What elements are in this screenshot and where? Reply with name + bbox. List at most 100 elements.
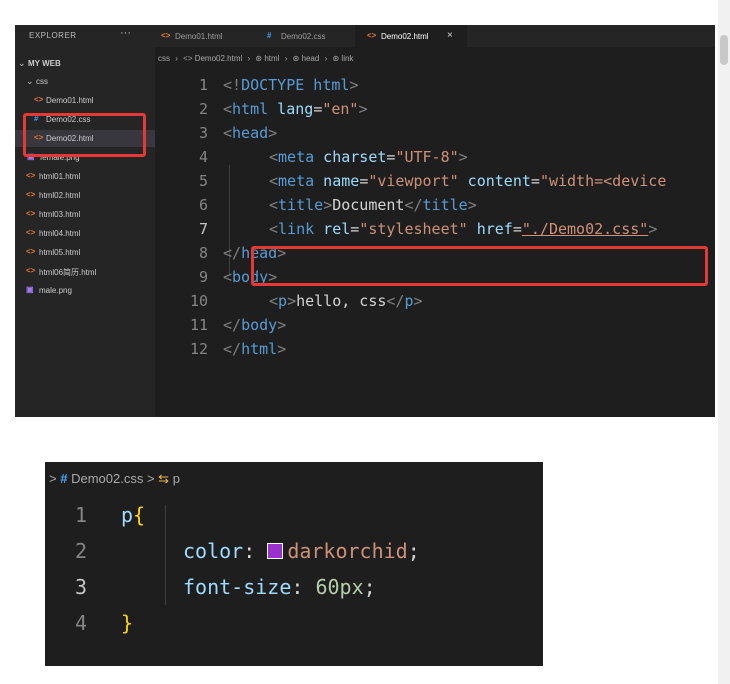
line-number: 4: [198, 148, 208, 166]
breadcrumb-separator: ›: [247, 54, 251, 63]
line-number: 11: [189, 316, 208, 334]
line-number: 10: [189, 292, 208, 310]
line-number: 6: [198, 196, 208, 214]
code-line: 1 p{: [45, 498, 543, 532]
more-actions-icon[interactable]: ···: [120, 27, 131, 39]
breadcrumb-separator: ›: [175, 54, 178, 63]
tab-demo01-html[interactable]: <> Demo01.html: [155, 25, 255, 47]
code-line-current: 3 font-size: 60px;: [45, 570, 543, 604]
code-text: }: [121, 611, 134, 635]
file-demo01-html[interactable]: <> Demo01.html: [15, 92, 155, 109]
tab-demo02-css[interactable]: # Demo02.css: [255, 25, 355, 47]
line-number: 4: [74, 611, 87, 635]
chevron-down-icon: ⌄: [26, 76, 34, 86]
line-number: 9: [198, 268, 208, 286]
code-text: <head>: [223, 124, 278, 142]
image-file-icon: ▣: [26, 285, 34, 294]
code-text: </body>: [223, 316, 287, 334]
tab-label: Demo01.html: [175, 32, 223, 41]
annotation-highlight-link: [251, 246, 708, 286]
folder-label: css: [36, 77, 48, 86]
code-text: font-size: 60px;: [183, 575, 376, 599]
color-swatch-icon[interactable]: [267, 543, 284, 559]
explorer-sidebar: EXPLORER ··· ⌄ MY WEB ⌄ css <> Demo01.ht…: [15, 25, 155, 417]
html-file-icon: <>: [26, 247, 36, 256]
html-file-icon: <>: [26, 266, 36, 275]
explorer-header: EXPLORER ···: [15, 25, 155, 47]
tab-label: Demo02.html: [381, 32, 429, 41]
code-line: 1 <!DOCTYPE html>: [155, 73, 715, 97]
top-strip: [0, 0, 730, 8]
file-html02[interactable]: <> html02.html: [15, 187, 155, 204]
css-file-icon: #: [267, 31, 272, 40]
file-html03[interactable]: <> html03.html: [15, 206, 155, 223]
breadcrumb-separator: >: [49, 471, 57, 486]
breadcrumb-separator: ›: [284, 54, 288, 63]
html-file-icon: <>: [34, 95, 44, 104]
close-icon[interactable]: ×: [447, 30, 453, 41]
chevron-down-icon: ⌄: [18, 58, 26, 68]
file-html04[interactable]: <> html04.html: [15, 225, 155, 242]
breadcrumb-item[interactable]: css: [158, 54, 170, 63]
line-number: 3: [198, 124, 208, 142]
line-number: 1: [198, 76, 208, 94]
html-file-icon: <>: [26, 171, 36, 180]
file-label: html05.html: [39, 248, 81, 257]
breadcrumb-item[interactable]: Demo02.css: [71, 471, 143, 486]
code-text: <!DOCTYPE html>: [223, 76, 359, 94]
file-html06[interactable]: <> html06简历.html: [15, 263, 155, 280]
line-number: 1: [74, 503, 87, 527]
html-file-icon: <>: [367, 31, 377, 40]
file-male-png[interactable]: ▣ male.png: [15, 282, 155, 299]
breadcrumb-item[interactable]: <> Demo02.html: [183, 54, 242, 63]
line-number: 7: [198, 220, 208, 238]
explorer-title: EXPLORER: [29, 31, 77, 40]
css-file-icon: #: [60, 471, 68, 486]
vscode-screenshot-css: > # Demo02.css > ⇆ p 1 p{ 2 color: darko…: [45, 462, 543, 666]
breadcrumb-item[interactable]: p: [173, 471, 180, 486]
folder-label: MY WEB: [28, 59, 61, 68]
file-label: html06简历.html: [39, 268, 97, 277]
line-number: 2: [74, 539, 87, 563]
line-number: 8: [198, 244, 208, 262]
line-number: 5: [198, 172, 208, 190]
page-scrollbar-thumb[interactable]: [720, 35, 728, 65]
page-scrollbar-track[interactable]: [718, 0, 730, 684]
file-label: html01.html: [39, 172, 81, 181]
code-line: 3 <head>: [155, 121, 715, 145]
code-text: <title>Document</title>: [269, 196, 477, 214]
file-label: male.png: [39, 286, 72, 295]
code-line: 12 </html>: [155, 337, 715, 361]
file-html05[interactable]: <> html05.html: [15, 244, 155, 261]
code-line: 10 <p>hello, css</p>: [155, 289, 715, 313]
file-label: Demo01.html: [46, 96, 94, 105]
file-html01[interactable]: <> html01.html: [15, 168, 155, 185]
code-text: <meta charset="UTF-8">: [269, 148, 468, 166]
code-text: p{: [121, 503, 146, 527]
breadcrumb-item[interactable]: ⊛ link: [332, 54, 353, 63]
html-file-icon: <>: [26, 190, 36, 199]
folder-css[interactable]: ⌄ css: [23, 73, 163, 90]
html-file-icon: <>: [26, 228, 36, 237]
breadcrumb-separator: ›: [324, 54, 328, 63]
breadcrumb-item[interactable]: ⊛ head: [293, 54, 320, 63]
code-line: 6 <title>Document</title>: [155, 193, 715, 217]
code-text: <html lang="en">: [223, 100, 368, 118]
breadcrumb: > # Demo02.css > ⇆ p: [49, 471, 180, 487]
html-file-icon: <>: [161, 31, 171, 40]
folder-my-web[interactable]: ⌄ MY WEB: [15, 55, 155, 72]
code-text: color: darkorchid;: [183, 539, 420, 563]
code-line: 2 color: darkorchid;: [45, 534, 543, 568]
file-label: html03.html: [39, 210, 81, 219]
code-line: 5 <meta name="viewport" content="width=<…: [155, 169, 715, 193]
code-text: <p>hello, css</p>: [269, 292, 423, 310]
breadcrumb-item[interactable]: ⊛ html: [255, 54, 279, 63]
code-text: </html>: [223, 340, 287, 358]
editor-tab-bar: <> Demo01.html # Demo02.css <> Demo02.ht…: [155, 25, 715, 47]
vscode-screenshot-html: EXPLORER ··· ⌄ MY WEB ⌄ css <> Demo01.ht…: [15, 25, 715, 417]
file-label: html02.html: [39, 191, 81, 200]
code-text: <link rel="stylesheet" href="./Demo02.cs…: [269, 220, 658, 238]
tab-demo02-html[interactable]: <> Demo02.html ×: [355, 25, 467, 47]
code-line-current: 7 <link rel="stylesheet" href="./Demo02.…: [155, 217, 715, 241]
breadcrumb-separator: >: [146, 471, 155, 486]
